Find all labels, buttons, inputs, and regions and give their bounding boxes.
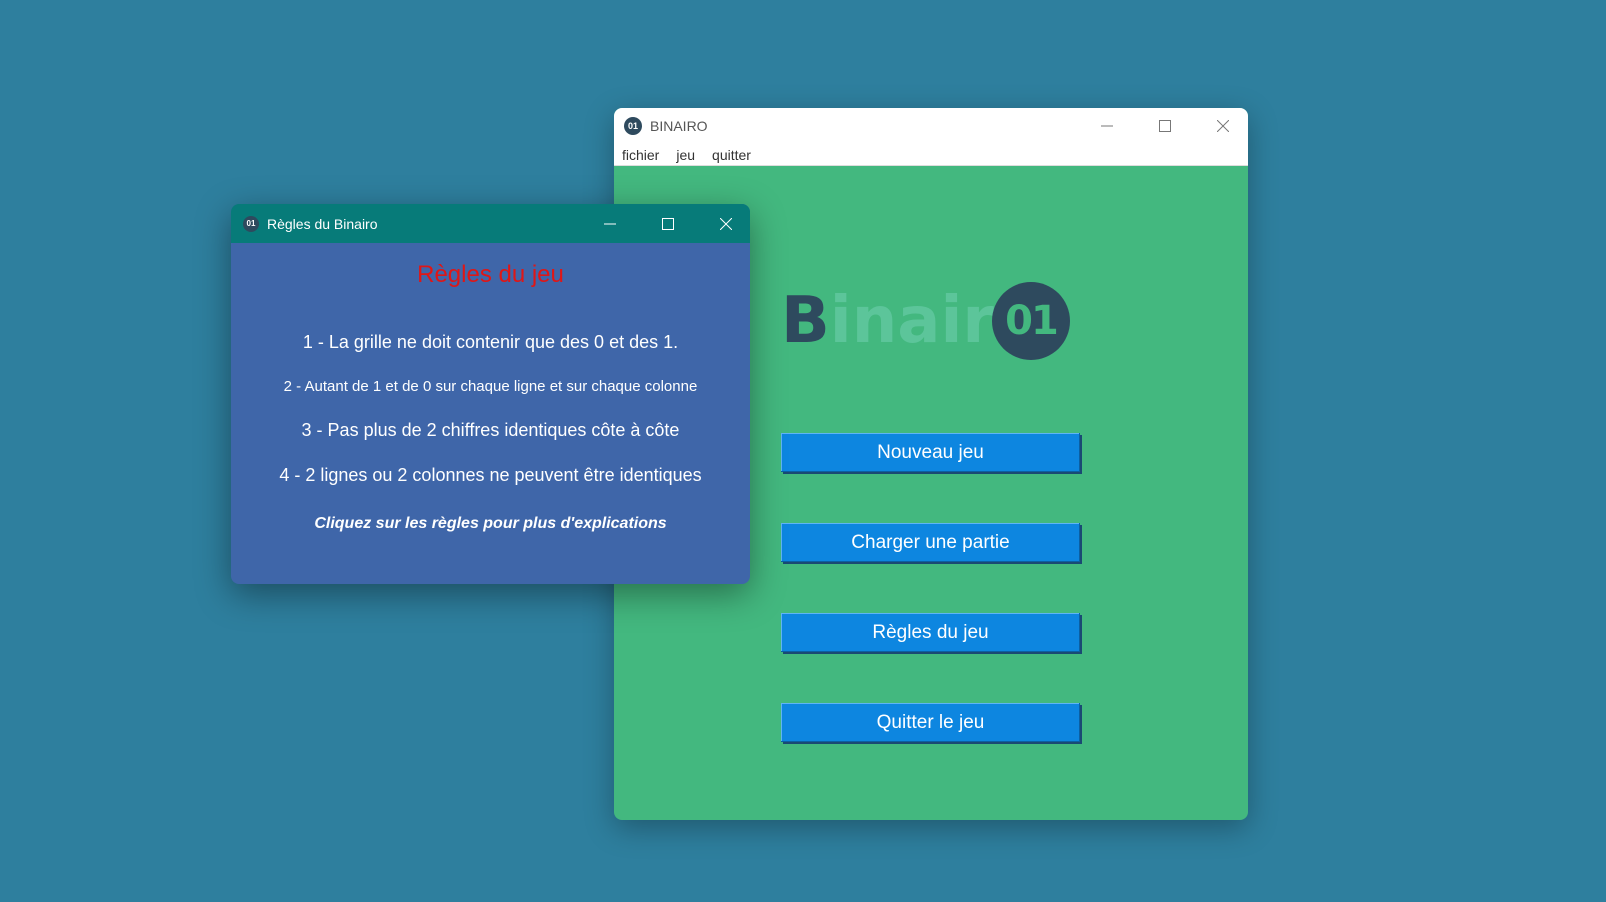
load-game-button[interactable]: Charger une partie — [781, 523, 1080, 562]
rules-heading: Règles du jeu — [417, 261, 564, 288]
rules-app-icon: 01 — [243, 215, 259, 232]
minimize-icon — [604, 223, 616, 224]
rules-hint: Cliquez sur les règles pour plus d'expli… — [314, 515, 667, 532]
maximize-icon — [1159, 120, 1171, 132]
close-button[interactable] — [1200, 108, 1246, 144]
app-icon: 01 — [624, 117, 642, 135]
quit-game-button[interactable]: Quitter le jeu — [781, 703, 1080, 742]
rules-close-button[interactable] — [703, 204, 749, 243]
rule-1[interactable]: 1 - La grille ne doit contenir que des 0… — [231, 332, 750, 353]
menu-fichier[interactable]: fichier — [622, 147, 659, 163]
rules-window: 01 Règles du Binairo Règles du jeu 1 - L… — [231, 204, 750, 584]
menu-bar: fichier jeu quitter — [614, 144, 1248, 166]
logo-circle: 01 — [991, 282, 1070, 360]
minimize-button[interactable] — [1084, 108, 1130, 144]
rules-window-title: Règles du Binairo — [267, 215, 378, 232]
logo-text-dark: B — [781, 284, 830, 358]
rule-2[interactable]: 2 - Autant de 1 et de 0 sur chaque ligne… — [231, 378, 750, 395]
rule-3[interactable]: 3 - Pas plus de 2 chiffres identiques cô… — [231, 420, 750, 441]
close-icon — [720, 217, 732, 230]
maximize-button[interactable] — [1142, 108, 1188, 144]
binairo-logo: B inair 01 — [781, 276, 1081, 366]
main-window-title: BINAIRO — [650, 118, 708, 134]
maximize-icon — [662, 217, 674, 230]
minimize-icon — [1101, 125, 1113, 127]
rules-minimize-button[interactable] — [587, 204, 633, 243]
rules-maximize-button[interactable] — [645, 204, 691, 243]
rules-button[interactable]: Règles du jeu — [781, 613, 1080, 652]
menu-quitter[interactable]: quitter — [712, 147, 751, 163]
close-icon — [1217, 120, 1229, 132]
rule-4[interactable]: 4 - 2 lignes ou 2 colonnes ne peuvent êt… — [231, 465, 750, 486]
main-titlebar[interactable]: 01 BINAIRO — [614, 108, 1248, 144]
rules-titlebar[interactable]: 01 Règles du Binairo — [231, 204, 750, 243]
logo-text-light: inair — [829, 284, 994, 358]
new-game-button[interactable]: Nouveau jeu — [781, 433, 1080, 472]
menu-jeu[interactable]: jeu — [676, 147, 695, 163]
